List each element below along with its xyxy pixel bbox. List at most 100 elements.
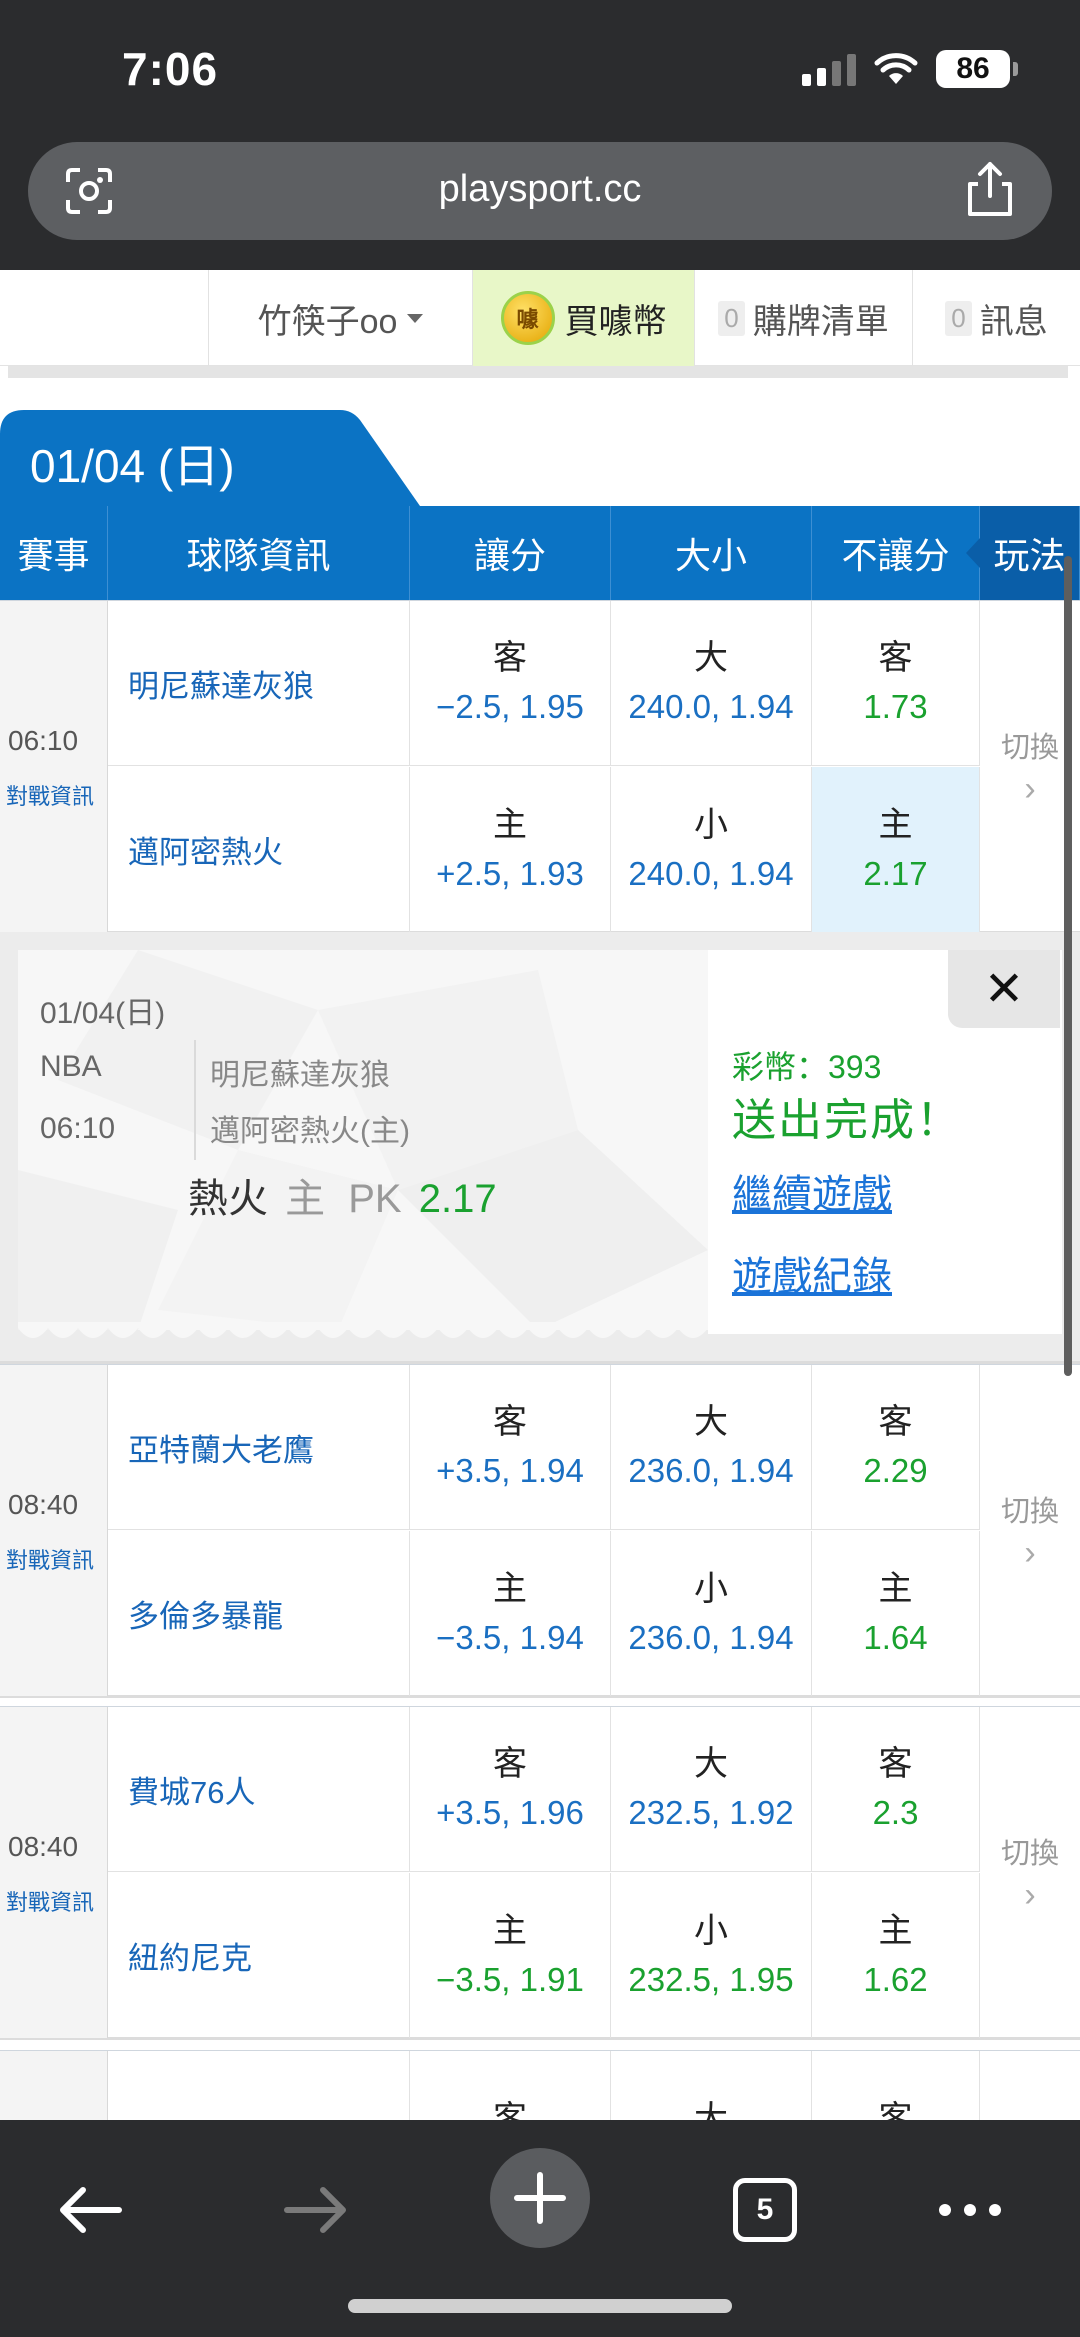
total-label: 大 xyxy=(694,639,728,677)
match-time-cell: 08:40 對戰資訊 xyxy=(0,1707,108,2038)
purchase-list-count: 0 xyxy=(718,300,745,336)
chevron-right-icon: › xyxy=(1024,770,1036,808)
moneyline-label: 主 xyxy=(878,1569,913,1608)
more-button[interactable] xyxy=(930,2150,1010,2270)
ticket-home-team: 邁阿密熱火(主) xyxy=(210,1115,410,1148)
total-over-cell[interactable]: 大 240.0, 1.94 xyxy=(611,601,812,765)
purchase-list-button[interactable]: 0 購牌清單 xyxy=(694,270,912,366)
status-icons: 86 xyxy=(802,50,1018,88)
more-dots-icon xyxy=(939,2204,1001,2216)
match-info-link[interactable]: 對戰資訊 xyxy=(6,1885,94,1917)
forward-button[interactable] xyxy=(276,2150,356,2270)
total-label: 大 xyxy=(694,1403,728,1441)
buy-coin-button[interactable]: 噱 買噱幣 xyxy=(472,270,694,366)
scrollbar[interactable] xyxy=(1064,556,1072,1376)
header-divider xyxy=(8,366,1068,378)
away-team[interactable]: 亞特蘭大老鷹 xyxy=(108,1365,410,1529)
moneyline-away-cell[interactable]: 客 2.29 xyxy=(812,1365,980,1529)
match-row: 08:40 對戰資訊 費城76人 客 +3.5, 1.96 大 232.5, 1… xyxy=(0,1706,1080,2040)
moneyline-home-cell-selected[interactable]: 主 2.17 xyxy=(812,767,980,932)
spread-away-cell[interactable]: 客 +3.5, 1.94 xyxy=(410,1365,611,1529)
share-icon[interactable] xyxy=(964,160,1016,225)
buy-coin-label: 買噱幣 xyxy=(564,302,667,341)
continue-game-link[interactable]: 繼續遊戲 xyxy=(732,1162,892,1220)
spread-odds: +2.5, 1.93 xyxy=(436,854,584,892)
coin-icon: 噱 xyxy=(500,291,555,345)
match-info-link[interactable]: 對戰資訊 xyxy=(6,1543,94,1575)
away-team[interactable] xyxy=(108,2051,410,2120)
match-row: 06:10 對戰資訊 明尼蘇達灰狼 客 −2.5, 1.95 大 240.0, … xyxy=(0,600,1080,934)
col-spread: 讓分 xyxy=(410,506,611,600)
messages-label: 訊息 xyxy=(979,302,1048,341)
pick-type: PK xyxy=(348,1177,402,1221)
spread-odds: −3.5, 1.91 xyxy=(436,1960,584,1998)
home-team[interactable]: 紐約尼克 xyxy=(108,1873,410,2038)
total-under-cell[interactable]: 小 236.0, 1.94 xyxy=(611,1531,812,1696)
col-total: 大小 xyxy=(611,506,812,600)
spread-home-cell[interactable]: 主 +2.5, 1.93 xyxy=(410,767,611,932)
home-team[interactable]: 多倫多暴龍 xyxy=(108,1531,410,1696)
match-time-cell: 06:10 對戰資訊 xyxy=(0,601,108,932)
moneyline-home-cell[interactable]: 主 1.62 xyxy=(812,1873,980,2038)
home-row: 紐約尼克 主 −3.5, 1.91 小 232.5, 1.95 主 1.62 xyxy=(108,1873,980,2038)
total-over-cell[interactable]: 大 232.5, 1.92 xyxy=(611,1707,812,1871)
user-menu[interactable]: 竹筷子oo xyxy=(208,270,472,366)
messages-button[interactable]: 0 訊息 xyxy=(912,270,1080,366)
moneyline-odds: 1.62 xyxy=(863,1960,928,1998)
away-row: 明尼蘇達灰狼 客 −2.5, 1.95 大 240.0, 1.94 客 1.73 xyxy=(108,601,980,766)
table-header: 賽事 球隊資訊 讓分 大小 不讓分 玩法 xyxy=(0,506,1080,600)
total-odds: 240.0, 1.94 xyxy=(628,854,794,892)
total-odds: 236.0, 1.94 xyxy=(628,1452,794,1489)
away-row: 客 大 客 xyxy=(108,2051,980,2120)
game-history-link[interactable]: 遊戲紀錄 xyxy=(732,1244,892,1302)
match-info-link[interactable]: 對戰資訊 xyxy=(6,779,94,811)
switch-play-button[interactable]: 切換 › xyxy=(980,1707,1080,2038)
tabs-button[interactable]: 5 xyxy=(730,2150,800,2270)
battery-icon: 86 xyxy=(936,50,1018,88)
address-bar[interactable]: playsport.cc xyxy=(28,142,1052,240)
home-team[interactable]: 邁阿密熱火 xyxy=(108,767,410,932)
col-moneyline: 不讓分 xyxy=(812,506,980,600)
total-over-cell[interactable]: 大 236.0, 1.94 xyxy=(611,1365,812,1529)
wifi-icon xyxy=(874,52,918,86)
total-over-cell[interactable]: 大 xyxy=(611,2051,812,2120)
new-tab-button[interactable] xyxy=(490,2148,590,2248)
total-under-cell[interactable]: 小 232.5, 1.95 xyxy=(611,1873,812,2038)
match-time-cell xyxy=(0,2051,108,2120)
match-time: 06:10 xyxy=(8,725,79,756)
spread-away-cell[interactable]: 客 xyxy=(410,2051,611,2120)
moneyline-label: 客 xyxy=(878,639,913,677)
ticket-time: 06:10 xyxy=(40,1112,116,1145)
moneyline-away-cell[interactable]: 客 2.3 xyxy=(812,1707,980,1871)
bet-confirmation-panel: 01/04(日) NBA 06:10 明尼蘇達灰狼 邁阿密熱火(主) 熱火 主 … xyxy=(0,932,1080,1364)
home-row: 邁阿密熱火 主 +2.5, 1.93 小 240.0, 1.94 主 2.17 xyxy=(108,767,980,932)
arrow-left-icon xyxy=(60,2187,122,2233)
away-team[interactable]: 明尼蘇達灰狼 xyxy=(108,601,410,765)
moneyline-home-cell[interactable]: 主 1.64 xyxy=(812,1531,980,1696)
close-button[interactable]: ✕ xyxy=(948,950,1060,1028)
total-label: 大 xyxy=(694,2100,728,2120)
spread-label: 客 xyxy=(493,2100,527,2120)
away-team[interactable]: 費城76人 xyxy=(108,1707,410,1871)
spread-label: 客 xyxy=(493,1403,527,1441)
spread-odds: −3.5, 1.94 xyxy=(436,1618,584,1656)
back-button[interactable] xyxy=(50,2150,130,2270)
date-label: 01/04 (日) xyxy=(30,440,235,492)
caret-down-icon xyxy=(407,313,424,323)
spread-label: 客 xyxy=(493,639,527,677)
spread-home-cell[interactable]: 主 −3.5, 1.91 xyxy=(410,1873,611,2038)
spread-away-cell[interactable]: 客 −2.5, 1.95 xyxy=(410,601,611,765)
moneyline-away-cell[interactable]: 客 xyxy=(812,2051,980,2120)
moneyline-odds: 2.3 xyxy=(872,1794,919,1831)
pick-odds: 2.17 xyxy=(418,1177,497,1221)
total-label: 小 xyxy=(694,805,728,844)
spread-home-cell[interactable]: 主 −3.5, 1.94 xyxy=(410,1531,611,1696)
switch-play-button[interactable]: 切換 › xyxy=(980,1365,1080,1696)
spread-odds: +3.5, 1.94 xyxy=(436,1452,584,1489)
total-label: 小 xyxy=(694,1569,728,1608)
col-event: 賽事 xyxy=(0,506,108,600)
total-under-cell[interactable]: 小 240.0, 1.94 xyxy=(611,767,812,932)
total-odds: 232.5, 1.92 xyxy=(628,1794,794,1831)
moneyline-away-cell[interactable]: 客 1.73 xyxy=(812,601,980,765)
spread-away-cell[interactable]: 客 +3.5, 1.96 xyxy=(410,1707,611,1871)
